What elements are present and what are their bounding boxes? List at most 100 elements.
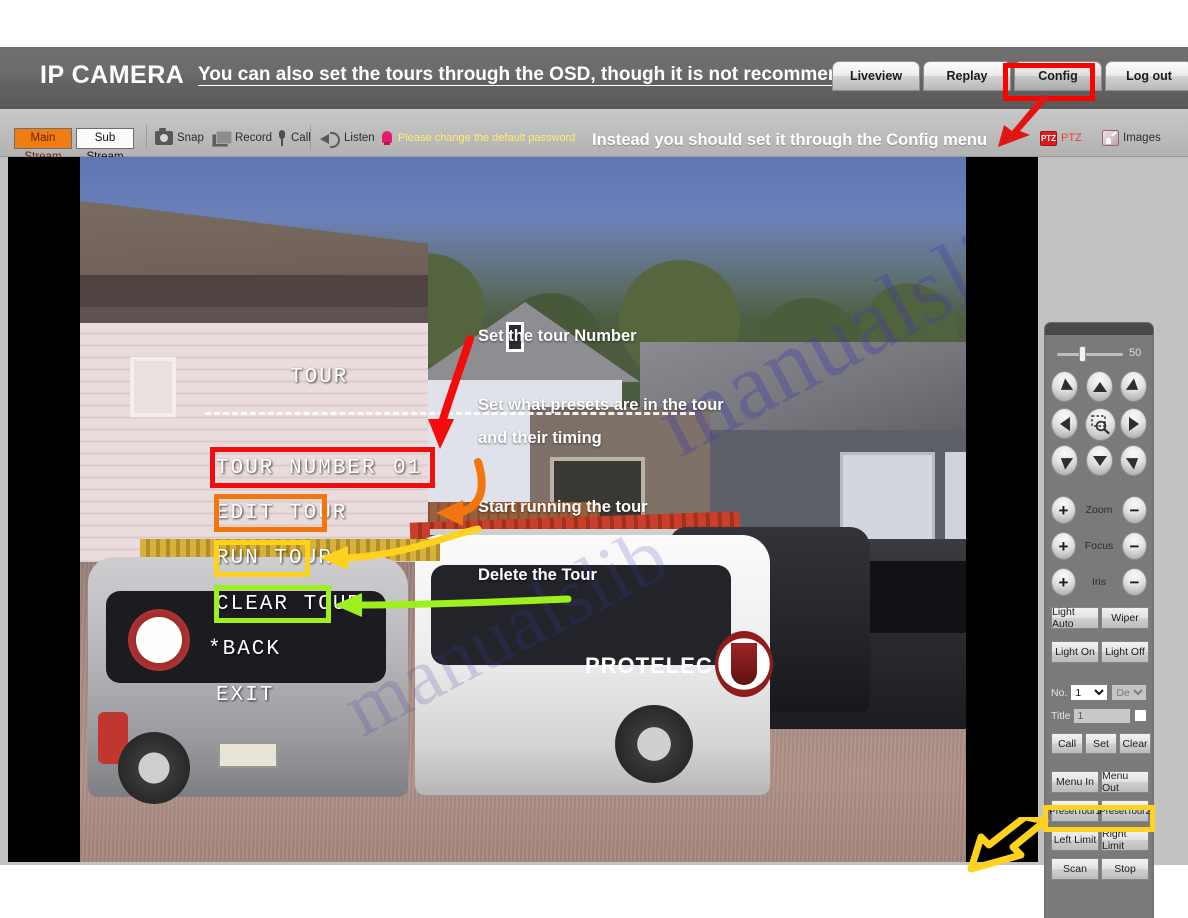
arrow-up-left-icon	[1056, 377, 1073, 396]
arrow-down-right-icon	[1125, 451, 1142, 470]
call-button[interactable]: Call	[277, 126, 311, 150]
left-limit-button[interactable]: Left Limit	[1051, 829, 1099, 851]
slider-thumb[interactable]	[1079, 346, 1086, 362]
main-nav-tabs: Liveview Replay Config Log out	[832, 61, 1188, 95]
preset-mode-select[interactable]: Defin	[1111, 684, 1148, 701]
ptz-button[interactable]: PTZ PTZ	[1040, 126, 1082, 150]
password-warning-label: Please change the default password	[398, 132, 576, 144]
foreground-window	[130, 357, 176, 417]
ptz-area-zoom-button[interactable]	[1085, 408, 1116, 441]
arrow-down-left-icon	[1056, 451, 1073, 470]
focus-near-button[interactable]: +	[1051, 532, 1076, 560]
ptz-zoom-row: + Zoom −	[1051, 495, 1147, 525]
ptz-control-panel: 50 + Zoom − + Focus − + Iris − Light Aut…	[1045, 323, 1153, 918]
zoom-in-button[interactable]: +	[1051, 496, 1076, 524]
app-header: IP CAMERA You can also set the tours thr…	[0, 47, 1188, 109]
images-button[interactable]: Images	[1102, 126, 1161, 150]
wheel	[118, 732, 190, 804]
listen-label: Listen	[344, 132, 375, 144]
ptz-focus-row: + Focus −	[1051, 531, 1147, 561]
preset-tour2-button[interactable]: PresetTour2	[1099, 800, 1151, 822]
ptz-up-right-button[interactable]	[1120, 371, 1147, 402]
image-adjust-icon	[1102, 130, 1119, 146]
ptz-direction-row-top	[1051, 371, 1147, 405]
slider-track	[1057, 353, 1123, 356]
arrow-up-right-icon	[1125, 377, 1142, 396]
right-limit-button[interactable]: Right Limit	[1101, 828, 1149, 852]
images-label: Images	[1123, 132, 1161, 144]
tab-liveview[interactable]: Liveview	[832, 61, 920, 91]
app-brand-title: IP CAMERA	[40, 61, 185, 89]
focus-label: Focus	[1084, 540, 1114, 552]
van-decal-logo	[128, 609, 190, 671]
tab-replay[interactable]: Replay	[923, 61, 1011, 91]
live-video-player[interactable]: PROTELEC ALARMS MONITORING SAFETY manual…	[8, 157, 1038, 862]
camera-icon	[155, 128, 173, 145]
preset-set-button[interactable]: Set	[1085, 733, 1117, 754]
bell-alert-icon	[381, 130, 393, 146]
iris-label: Iris	[1092, 576, 1106, 588]
ptz-label: PTZ	[1061, 132, 1082, 144]
ptz-direction-row-mid	[1051, 408, 1147, 442]
snap-button[interactable]: Snap	[155, 126, 204, 150]
content-area: PROTELEC ALARMS MONITORING SAFETY manual…	[0, 157, 1188, 918]
preset-call-button[interactable]: Call	[1051, 733, 1083, 754]
tab-config[interactable]: Config	[1014, 61, 1102, 91]
microphone-icon	[277, 130, 287, 146]
ip-camera-page: IP CAMERA You can also set the tours thr…	[0, 0, 1188, 918]
stop-button[interactable]: Stop	[1101, 858, 1149, 880]
preset-number-row: No. 1 Defin	[1051, 683, 1149, 702]
preset-title-row: Title	[1051, 706, 1149, 725]
iris-close-button[interactable]: −	[1122, 568, 1147, 596]
ptz-panel-header	[1045, 323, 1153, 335]
call-label: Call	[291, 132, 311, 144]
menu-in-button[interactable]: Menu In	[1051, 771, 1099, 793]
vehicle-white-van: PROTELEC ALARMS MONITORING SAFETY	[415, 535, 773, 795]
preset-title-label: Title	[1051, 709, 1071, 722]
annotation-headline: You can also set the tours through the O…	[198, 64, 874, 85]
sub-stream-button[interactable]: Sub Stream	[76, 128, 134, 163]
arrow-left-icon	[1059, 416, 1070, 431]
focus-far-button[interactable]: −	[1122, 532, 1147, 560]
slider-value: 50	[1129, 347, 1142, 359]
ptz-up-left-button[interactable]	[1051, 371, 1078, 402]
iris-open-button[interactable]: +	[1051, 568, 1076, 596]
preset-title-input[interactable]	[1073, 707, 1132, 724]
light-auto-button[interactable]: Light Auto	[1051, 606, 1099, 630]
preset-no-label: No.	[1051, 686, 1068, 699]
record-button[interactable]: Record	[212, 126, 272, 150]
ptz-iris-row: + Iris −	[1051, 567, 1147, 597]
ptz-speed-slider[interactable]: 50	[1051, 346, 1147, 362]
record-label: Record	[235, 132, 273, 144]
listen-button[interactable]: Listen	[320, 126, 375, 150]
ptz-down-button[interactable]	[1086, 445, 1113, 476]
ptz-right-button[interactable]	[1120, 408, 1147, 439]
light-on-button[interactable]: Light On	[1051, 641, 1099, 663]
ptz-down-right-button[interactable]	[1120, 445, 1147, 476]
ptz-icon: PTZ	[1040, 130, 1057, 146]
menu-out-button[interactable]: Menu Out	[1101, 770, 1149, 794]
roof	[410, 302, 640, 382]
van-company-tagline: ALARMS MONITORING SAFETY	[585, 677, 703, 684]
ptz-down-left-button[interactable]	[1051, 445, 1078, 476]
toolbar-divider	[146, 125, 147, 149]
scan-button[interactable]: Scan	[1051, 858, 1099, 880]
zoom-out-button[interactable]: −	[1122, 496, 1147, 524]
wiper-button[interactable]: Wiper	[1101, 607, 1149, 629]
snap-label: Snap	[177, 132, 204, 144]
van-logo	[715, 631, 773, 697]
preset-enable-checkbox[interactable]	[1134, 709, 1148, 722]
preset-tour1-button[interactable]: PresetTour1	[1049, 800, 1101, 822]
ptz-left-button[interactable]	[1051, 408, 1078, 439]
preset-clear-button[interactable]: Clear	[1119, 733, 1151, 754]
light-off-button[interactable]: Light Off	[1101, 641, 1149, 663]
tab-logout[interactable]: Log out	[1105, 61, 1188, 91]
preset-number-select[interactable]: 1	[1070, 684, 1109, 701]
main-stream-button[interactable]: Main Stream	[14, 128, 72, 163]
record-icon	[212, 130, 232, 147]
annotation-subheadline: Instead you should set it through the Co…	[592, 131, 988, 149]
wheel	[615, 705, 693, 783]
ptz-up-button[interactable]	[1086, 371, 1113, 402]
arrow-down-icon	[1092, 455, 1107, 466]
speaker-icon	[320, 131, 340, 148]
